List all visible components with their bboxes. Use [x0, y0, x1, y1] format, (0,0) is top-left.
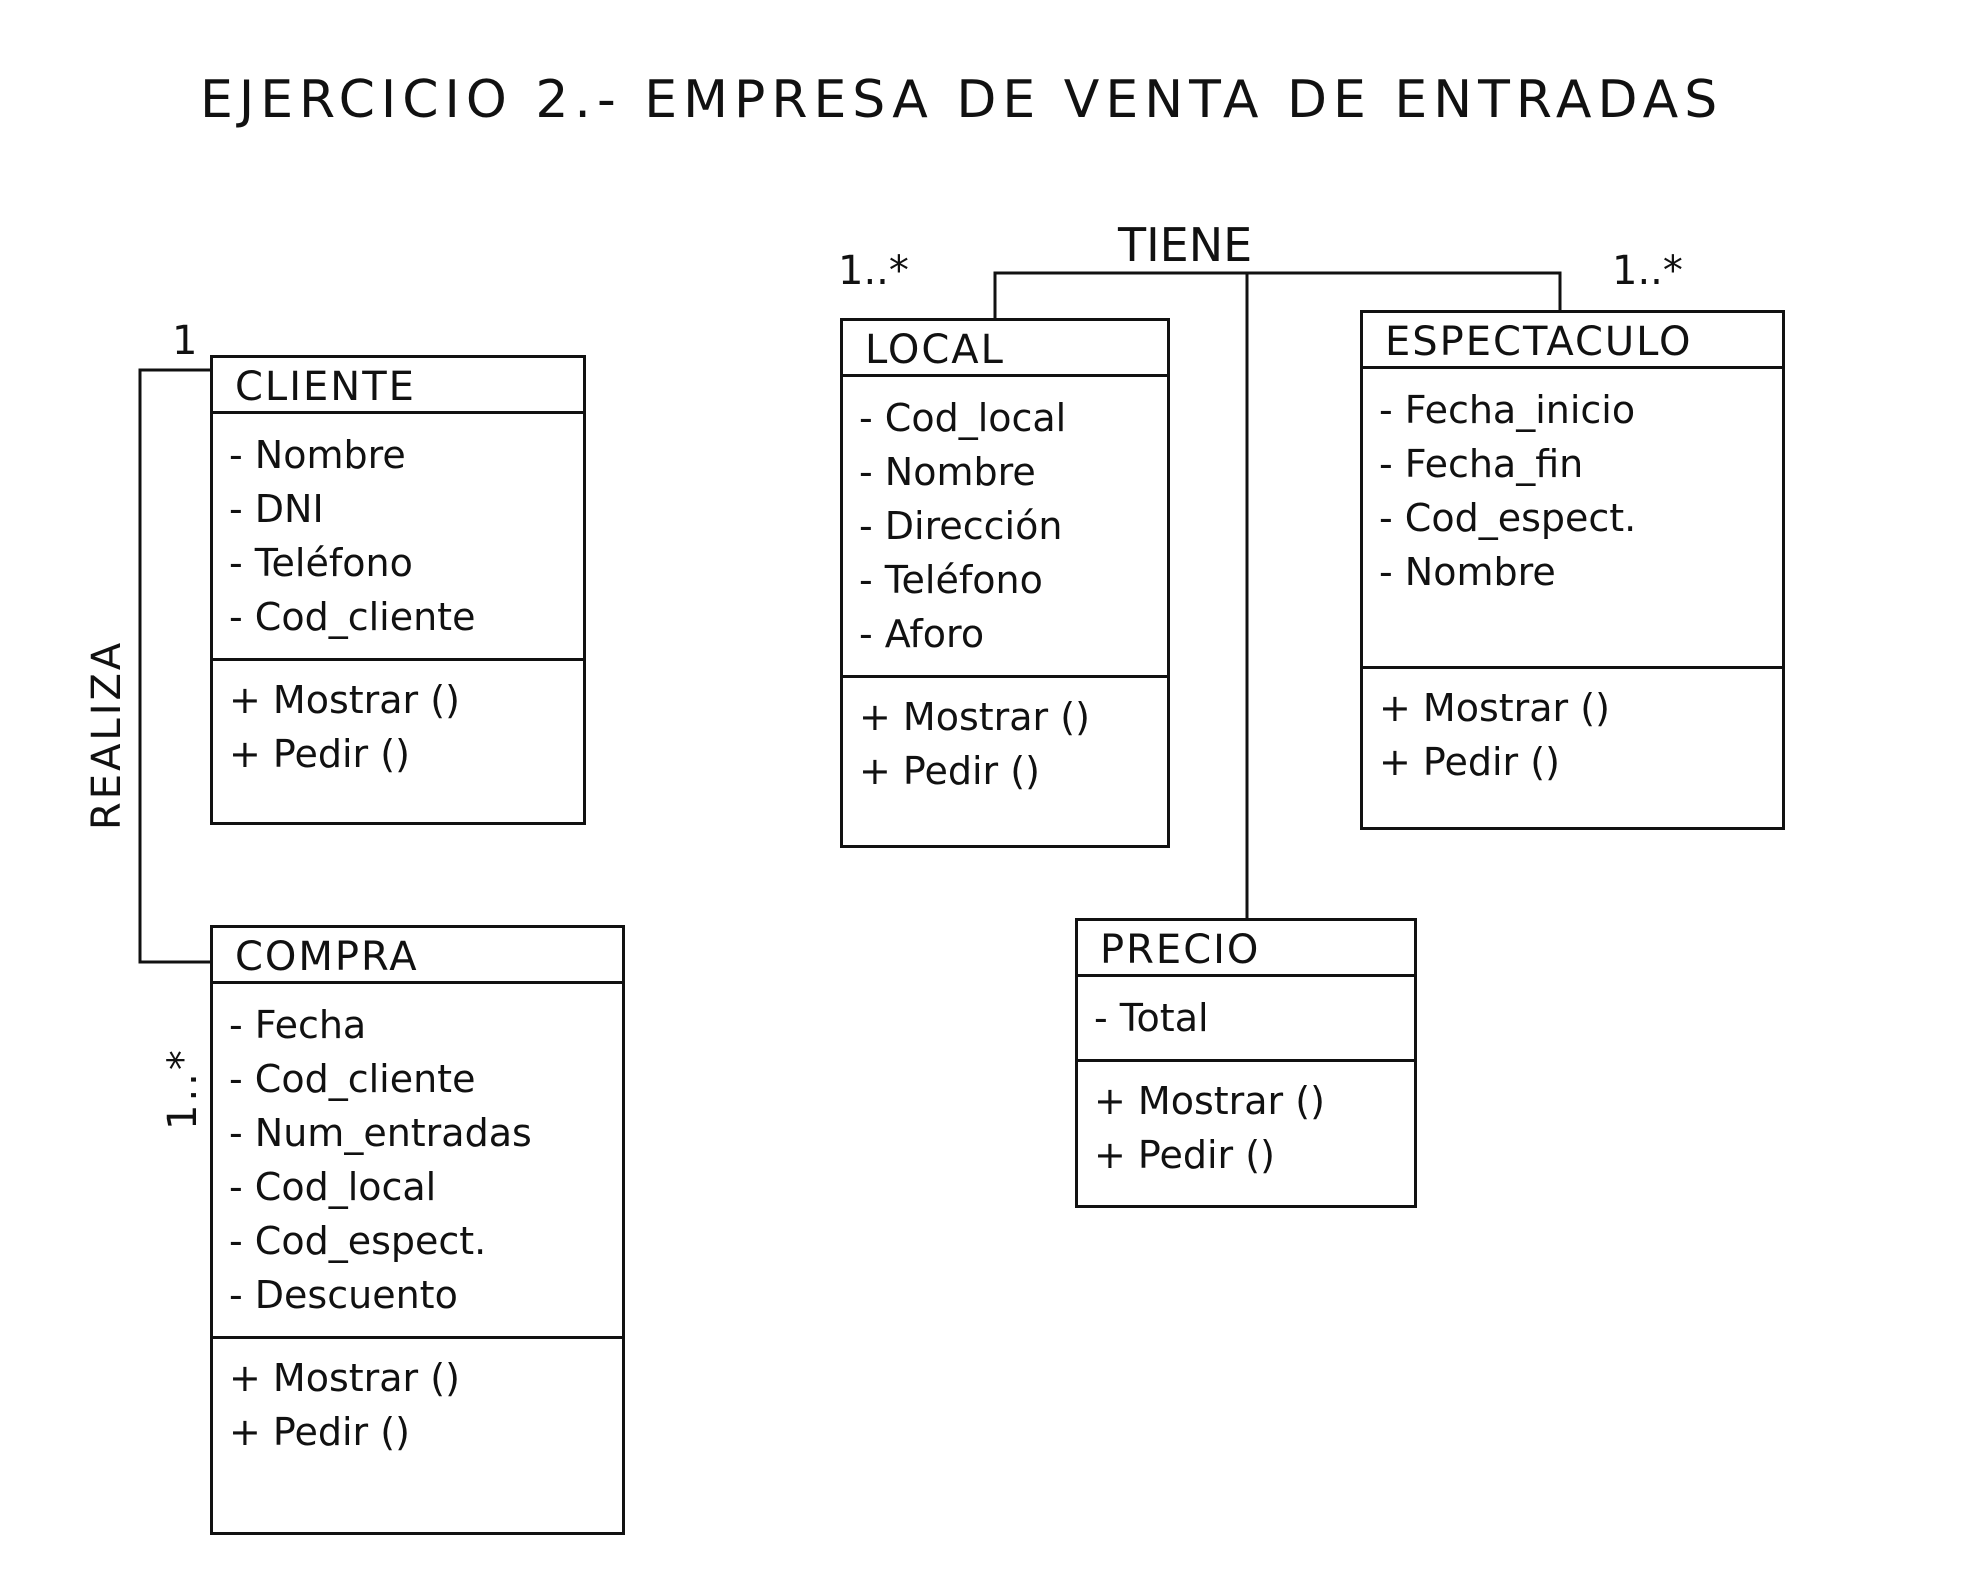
class-cliente: CLIENTE - Nombre - DNI - Teléfono - Cod_… — [210, 355, 586, 825]
attribute: - Aforo — [859, 612, 985, 656]
attribute: - Nombre — [229, 433, 406, 477]
attribute: - Nombre — [859, 450, 1036, 494]
class-attributes: - Fecha_inicio - Fecha_fin - Cod_espect.… — [1363, 369, 1782, 669]
attribute: - Cod_local — [229, 1165, 437, 1209]
attribute: - Cod_espect. — [1379, 496, 1637, 540]
realiza-line — [138, 368, 210, 964]
class-name: CLIENTE — [213, 358, 583, 414]
class-operations: + Mostrar () + Pedir () — [213, 1339, 622, 1471]
attribute: - Descuento — [229, 1273, 458, 1317]
attribute: - Cod_local — [859, 396, 1067, 440]
class-espectaculo: ESPECTACULO - Fecha_inicio - Fecha_fin -… — [1360, 310, 1785, 830]
realiza-label: REALIZA — [84, 639, 130, 830]
attribute: - Fecha_inicio — [1379, 388, 1636, 432]
class-compra: COMPRA - Fecha - Cod_cliente - Num_entra… — [210, 925, 625, 1535]
class-operations: + Mostrar () + Pedir () — [1078, 1062, 1414, 1194]
realiza-multiplicity-compra: 1..* — [160, 1047, 206, 1130]
attribute: - Fecha — [229, 1003, 367, 1047]
attribute: - DNI — [229, 487, 324, 531]
operation: + Pedir () — [229, 732, 410, 776]
diagram-title: EJERCICIO 2.- EMPRESA DE VENTA DE ENTRAD… — [200, 70, 1724, 130]
class-attributes: - Cod_local - Nombre - Dirección - Teléf… — [843, 377, 1167, 678]
operation: + Mostrar () — [1379, 686, 1610, 730]
class-name: LOCAL — [843, 321, 1167, 377]
class-precio: PRECIO - Total + Mostrar () + Pedir () — [1075, 918, 1417, 1208]
class-name: COMPRA — [213, 928, 622, 984]
attribute: - Cod_cliente — [229, 595, 476, 639]
attribute: - Teléfono — [859, 558, 1043, 602]
realiza-multiplicity-cliente: 1 — [172, 318, 198, 364]
operation: + Mostrar () — [859, 695, 1090, 739]
class-name: PRECIO — [1078, 921, 1414, 977]
attribute: - Nombre — [1379, 550, 1556, 594]
class-operations: + Mostrar () + Pedir () — [843, 678, 1167, 810]
class-attributes: - Nombre - DNI - Teléfono - Cod_cliente — [213, 414, 583, 661]
tiene-multiplicity-espectaculo: 1..* — [1612, 248, 1683, 294]
attribute: - Num_entradas — [229, 1111, 532, 1155]
operation: + Pedir () — [1094, 1133, 1275, 1177]
attribute: - Teléfono — [229, 541, 413, 585]
operation: + Mostrar () — [229, 1356, 460, 1400]
operation: + Mostrar () — [229, 678, 460, 722]
tiene-multiplicity-local: 1..* — [838, 248, 909, 294]
operation: + Pedir () — [229, 1410, 410, 1454]
operation: + Mostrar () — [1094, 1079, 1325, 1123]
attribute: - Total — [1094, 996, 1209, 1040]
operation: + Pedir () — [859, 749, 1040, 793]
attribute: - Cod_cliente — [229, 1057, 476, 1101]
attribute: - Fecha_fin — [1379, 442, 1584, 486]
class-local: LOCAL - Cod_local - Nombre - Dirección -… — [840, 318, 1170, 848]
class-attributes: - Fecha - Cod_cliente - Num_entradas - C… — [213, 984, 622, 1339]
class-attributes: - Total — [1078, 977, 1414, 1062]
class-operations: + Mostrar () + Pedir () — [213, 661, 583, 793]
operation: + Pedir () — [1379, 740, 1560, 784]
tiene-label: TIENE — [1118, 218, 1253, 272]
attribute: - Dirección — [859, 504, 1063, 548]
class-name: ESPECTACULO — [1363, 313, 1782, 369]
class-operations: + Mostrar () + Pedir () — [1363, 669, 1782, 801]
attribute: - Cod_espect. — [229, 1219, 487, 1263]
